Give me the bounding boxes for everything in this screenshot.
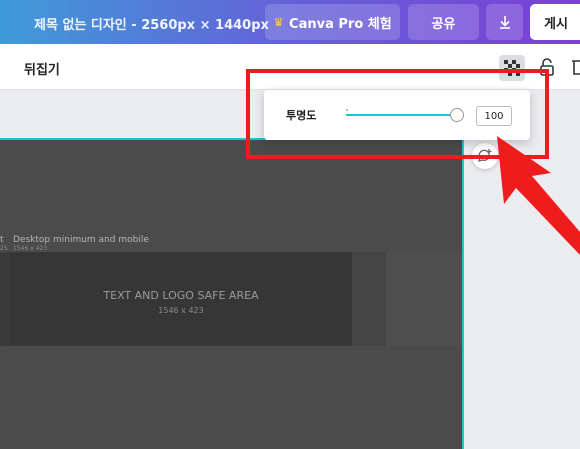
partial-label: t (0, 235, 4, 245)
desktop-size: 1546 x 423 (13, 245, 48, 252)
trash-icon[interactable] (572, 57, 580, 77)
partial-size: 25 (0, 245, 8, 252)
safe-area-title: TEXT AND LOGO SAFE AREA (103, 289, 259, 302)
download-icon (499, 16, 510, 29)
document-title[interactable]: 제목 없는 디자인 - 2560px × 1440px (34, 14, 269, 33)
flip-button[interactable]: 뒤집기 (24, 59, 60, 78)
pro-button-label: Canva Pro 체험 (289, 16, 392, 32)
share-button[interactable]: 공유 (408, 4, 479, 40)
safe-area-left-margin (0, 252, 10, 346)
safe-area-right-margin (386, 252, 462, 346)
editor-header: 제목 없는 디자인 - 2560px × 1440px ♛ Canva Pro … (0, 0, 580, 44)
crown-icon: ♛ (273, 15, 285, 29)
publish-button[interactable]: 게시 (530, 4, 580, 40)
desktop-label: Desktop minimum and mobile (13, 235, 149, 245)
safe-area-size: 1546 x 423 (158, 306, 204, 315)
annotation-highlight-box (246, 69, 549, 159)
download-button[interactable] (486, 4, 523, 40)
design-page[interactable]: t 25 Desktop minimum and mobile 1546 x 4… (0, 138, 464, 449)
canva-pro-trial-button[interactable]: ♛ Canva Pro 체험 (265, 4, 400, 40)
